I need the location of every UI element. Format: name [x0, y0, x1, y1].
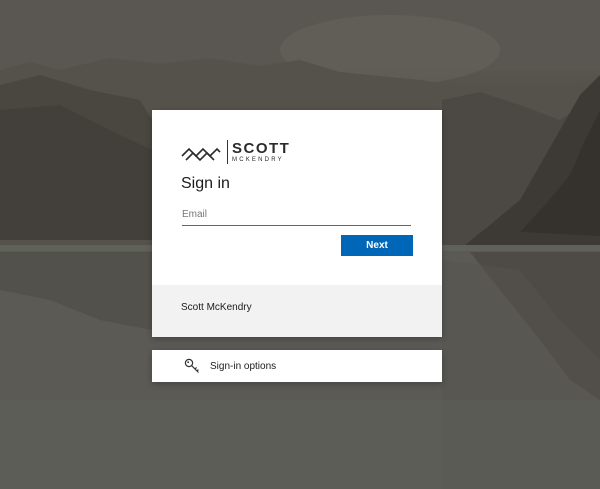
- sign-in-options-button[interactable]: Sign-in options: [152, 350, 442, 382]
- card-footer: Scott McKendry: [152, 285, 442, 337]
- logo-divider: [227, 140, 228, 164]
- next-button[interactable]: Next: [341, 235, 413, 256]
- logo-wordmark: SCOTT MCKENDRY: [232, 141, 290, 163]
- key-icon: [184, 358, 199, 373]
- sign-in-card: SCOTT MCKENDRY Sign in Next Scott McKend…: [152, 110, 442, 337]
- organization-name: Scott McKendry: [181, 302, 252, 313]
- logo-word-primary: SCOTT: [232, 140, 291, 157]
- page-title: Sign in: [181, 175, 230, 192]
- company-logo: SCOTT MCKENDRY: [181, 139, 290, 165]
- email-field[interactable]: [182, 205, 411, 226]
- logo-word-secondary: MCKENDRY: [232, 157, 284, 163]
- logo-mark-icon: [181, 147, 221, 162]
- sign-in-options-label: Sign-in options: [210, 361, 277, 372]
